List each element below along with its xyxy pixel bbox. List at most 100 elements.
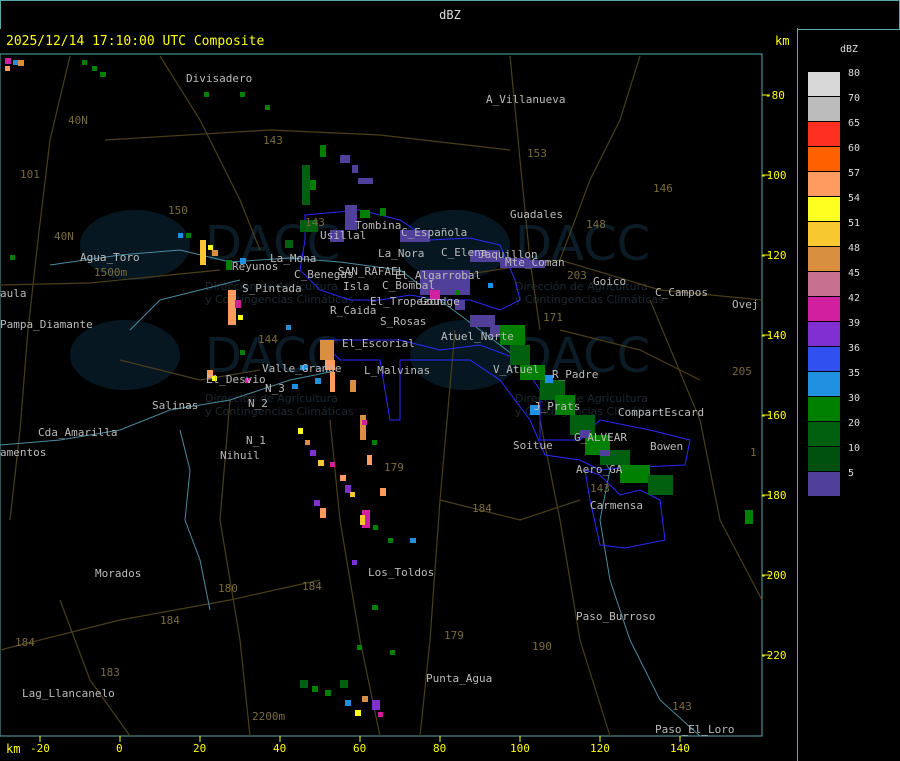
legend-level-label: 35 [848,368,861,379]
legend-swatch [808,347,840,371]
svg-text:1500m: 1500m [94,266,127,279]
legend-title: dBZ [840,44,859,55]
km-unit-top: km [775,34,790,48]
legend-swatch [808,422,840,446]
legend-level-label: 60 [848,143,861,154]
svg-text:y Contingencias Climáticas: y Contingencias Climáticas [205,405,354,418]
svg-text:Isla: Isla [343,280,370,293]
legend-level-label: 5 [848,468,855,479]
svg-text:Cda_Amarilla: Cda_Amarilla [38,426,117,439]
svg-text:Salinas: Salinas [152,399,198,412]
svg-text:amentos: amentos [0,446,46,459]
x-tick: 100 [510,742,530,755]
legend-swatch [808,372,840,396]
svg-text:Soitue: Soitue [513,439,553,452]
svg-text:Aero_GA: Aero_GA [576,463,623,476]
legend-swatch [808,122,840,146]
svg-text:Morados: Morados [95,567,141,580]
svg-text:Guadales: Guadales [510,208,563,221]
legend-level-label: 80 [848,68,861,79]
y-tick: -220 [760,649,787,662]
legend-swatch [808,397,840,421]
svg-text:143: 143 [305,216,325,229]
svg-text:CompartEscard: CompartEscard [618,406,704,419]
legend-level-label: 20 [848,418,861,429]
svg-text:40N: 40N [54,230,74,243]
svg-text:V_Atuel: V_Atuel [493,363,539,376]
km-unit-bottom: km [6,742,21,756]
legend-swatch [808,272,840,296]
svg-text:Carmensa: Carmensa [590,499,643,512]
legend-level-label: 65 [848,118,861,129]
y-tick: -100 [760,169,787,182]
legend-level-label: 42 [848,293,861,304]
svg-text:N_1: N_1 [246,434,266,447]
x-tick: 60 [353,742,366,755]
legend-level-label: 54 [848,193,861,204]
legend-swatch [808,197,840,221]
legend-level-label: 45 [848,268,861,279]
legend-swatch [808,322,840,346]
svg-text:Goudge: Goudge [420,295,460,308]
svg-text:184: 184 [160,614,180,627]
svg-text:L_Malvinas: L_Malvinas [364,364,430,377]
svg-text:Divisadero: Divisadero [186,72,252,85]
x-tick: 40 [273,742,286,755]
svg-text:179: 179 [384,461,404,474]
svg-text:Paso_El_Loro: Paso_El_Loro [655,723,734,736]
legend-level-label: 36 [848,343,861,354]
legend-swatch [808,247,840,271]
svg-text:Punta_Agua: Punta_Agua [426,672,492,685]
x-tick: 120 [590,742,610,755]
svg-text:N_2: N_2 [248,397,268,410]
svg-text:El_Escorial: El_Escorial [342,337,415,350]
svg-text:2200m: 2200m [252,710,285,723]
y-tick: -180 [760,489,787,502]
legend-swatch [808,222,840,246]
svg-text:Agua_Toro: Agua_Toro [80,251,140,264]
y-tick: -200 [760,569,787,582]
svg-text:184: 184 [15,636,35,649]
timestamp: 2025/12/14 17:10:00 UTC Composite [6,34,265,49]
svg-text:184: 184 [302,580,322,593]
svg-text:171: 171 [543,311,563,324]
svg-text:Bowen: Bowen [650,440,683,453]
svg-text:N_3: N_3 [265,382,285,395]
svg-text:153: 153 [527,147,547,160]
svg-text:Goico: Goico [593,275,626,288]
legend-level-label: 70 [848,93,861,104]
svg-text:148: 148 [586,218,606,231]
svg-text:R_Padre: R_Padre [552,368,598,381]
svg-text:C_Campos: C_Campos [655,286,708,299]
legend-level-label: 48 [848,243,861,254]
legend-swatch [808,447,840,471]
legend-swatch [808,97,840,121]
svg-text:Mte_Coman: Mte_Coman [505,256,565,269]
svg-text:Paso_Burroso: Paso_Burroso [576,610,655,623]
legend-swatch [808,147,840,171]
svg-text:y Contingencias Climáticas: y Contingencias Climáticas [515,293,664,306]
legend-level-label: 39 [848,318,861,329]
svg-text:1: 1 [750,446,757,459]
legend-level-label: 30 [848,393,861,404]
svg-text:146: 146 [653,182,673,195]
svg-text:144: 144 [258,333,278,346]
svg-text:203: 203 [567,269,587,282]
svg-text:Ovej: Ovej [732,298,759,311]
svg-text:40N: 40N [68,114,88,127]
svg-text:184: 184 [472,502,492,515]
svg-text:Pampa_Diamante: Pampa_Diamante [0,318,93,331]
svg-text:Usillal: Usillal [320,229,366,242]
svg-text:J_Prats: J_Prats [534,400,580,413]
x-tick: 140 [670,742,690,755]
svg-text:143: 143 [263,134,283,147]
legend-swatch [808,72,840,96]
svg-text:Los_Toldos: Los_Toldos [368,566,434,579]
svg-text:179: 179 [444,629,464,642]
svg-text:183: 183 [100,666,120,679]
y-tick: -140 [760,329,787,342]
radar-map: DACC DACC DACC DACC Dirección de Agricul… [0,29,797,761]
svg-text:180: 180 [218,582,238,595]
svg-text:A_Villanueva: A_Villanueva [486,93,565,106]
svg-text:101: 101 [20,168,40,181]
